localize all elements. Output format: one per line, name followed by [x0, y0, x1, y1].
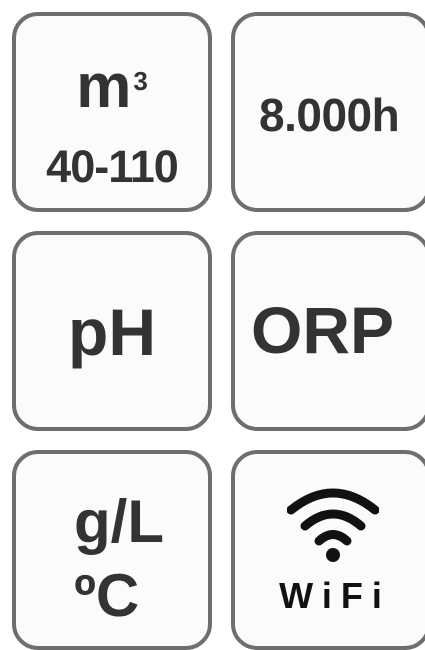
hours-tile: 8.000h	[231, 12, 425, 212]
wifi-label: WiFi	[279, 575, 391, 616]
wifi-tile: WiFi	[231, 450, 425, 650]
ph-label: pH	[68, 295, 156, 369]
volume-range: 40-110	[46, 141, 179, 192]
volume-tile: m3 40-110	[12, 12, 212, 212]
orp-tile: ORP	[231, 231, 425, 431]
hours-label: 8.000h	[259, 89, 400, 141]
orp-label: ORP	[251, 293, 395, 367]
temperature-unit: ºC	[74, 562, 140, 629]
ph-tile: pH	[12, 231, 212, 431]
salinity-temperature-tile: g/L ºC	[12, 450, 212, 650]
volume-unit: m3	[76, 52, 148, 121]
volume-unit-exponent: 3	[133, 66, 148, 96]
wifi-icon	[287, 488, 379, 562]
salinity-unit: g/L	[74, 488, 164, 555]
